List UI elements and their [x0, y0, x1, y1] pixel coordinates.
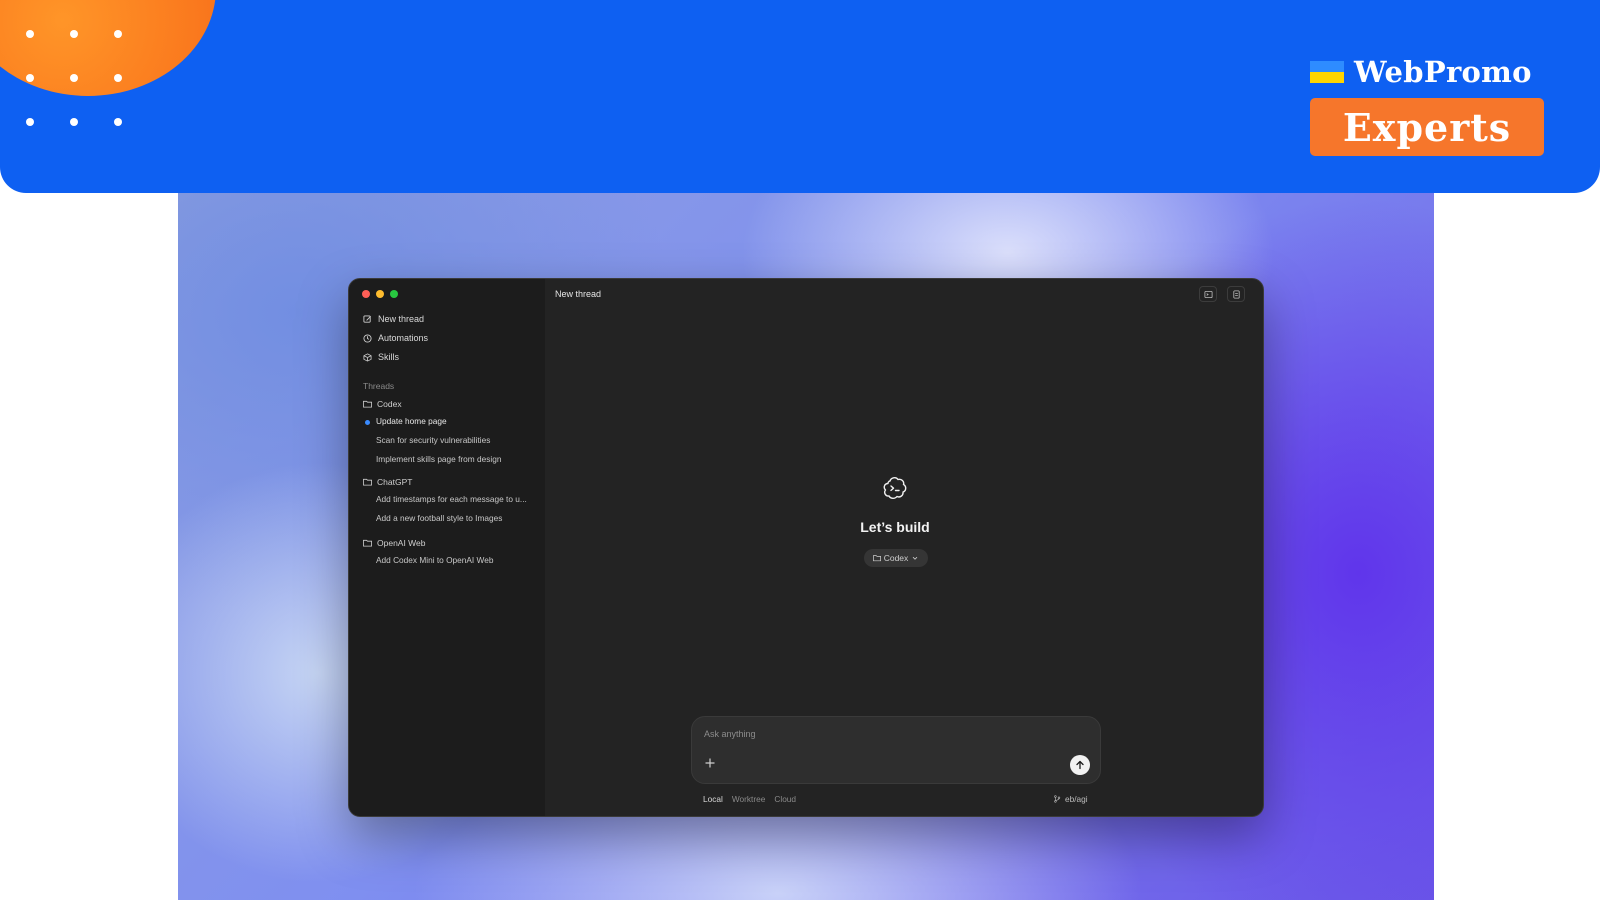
project-selector-label: Codex [883, 553, 909, 563]
sidebar-item-label: New thread [378, 314, 425, 324]
thread-item[interactable]: Add timestamps for each message to u... [376, 494, 536, 508]
project-folder-label: OpenAI Web [377, 538, 426, 548]
threads-section-label: Threads [363, 381, 395, 391]
brand-sub-badge: Experts [1310, 98, 1544, 156]
toggle-terminal-button[interactable] [1199, 286, 1217, 302]
thread-item[interactable]: Scan for security vulnerabilities [376, 435, 536, 449]
tab-worktree[interactable]: Worktree [732, 794, 766, 804]
active-thread-indicator [365, 420, 370, 425]
tab-cloud[interactable]: Cloud [774, 794, 796, 804]
send-button[interactable] [1070, 755, 1090, 775]
folder-icon [363, 478, 372, 486]
branch-selector[interactable]: eb/agi [1053, 794, 1088, 804]
promo-banner: WebPromo Experts [0, 0, 1600, 193]
arrow-up-icon [1076, 760, 1084, 770]
folder-icon [872, 555, 881, 562]
project-folder-chatgpt[interactable]: ChatGPT [363, 475, 412, 489]
minimize-window-button[interactable] [376, 290, 384, 298]
environment-mode-tabs: Local Worktree Cloud [703, 794, 796, 804]
sidebar-item-skills[interactable]: Skills [363, 349, 399, 365]
project-folder-label: Codex [377, 399, 402, 409]
close-window-button[interactable] [362, 290, 370, 298]
add-attachment-button[interactable] [704, 757, 718, 771]
sidebar-item-label: Skills [378, 352, 400, 362]
terminal-cloud-icon [883, 477, 907, 500]
project-selector[interactable]: Codex [864, 549, 928, 567]
sidebar-item-new-thread[interactable]: New thread [363, 311, 424, 327]
thread-item[interactable]: Update home page [376, 416, 536, 430]
cube-icon [363, 352, 372, 362]
thread-item[interactable]: Implement skills page from design [376, 454, 536, 468]
main-panel: New thread Let’s build Codex Ask anythin… [545, 279, 1263, 816]
sidebar-item-automations[interactable]: Automations [363, 330, 428, 346]
dot-grid-decoration [22, 26, 132, 136]
toggle-diff-button[interactable] [1227, 286, 1245, 302]
branch-label: eb/agi [1065, 794, 1088, 804]
project-folder-openai-web[interactable]: OpenAI Web [363, 536, 426, 550]
tab-local[interactable]: Local [703, 794, 723, 804]
maximize-window-button[interactable] [390, 290, 398, 298]
window-title: New thread [555, 289, 602, 299]
chevron-down-icon [912, 556, 918, 560]
sidebar-item-label: Automations [378, 333, 429, 343]
plus-icon [705, 758, 715, 768]
git-branch-icon [1054, 795, 1061, 803]
brand-name: WebPromo [1354, 55, 1532, 89]
window-controls [362, 290, 398, 298]
brand-sub: Experts [1342, 104, 1512, 150]
clock-icon [363, 333, 372, 343]
terminal-panel-icon [1203, 290, 1213, 298]
folder-icon [363, 539, 372, 547]
ukraine-flag-icon [1310, 61, 1344, 83]
project-folder-codex[interactable]: Codex [363, 397, 402, 411]
document-icon [1232, 289, 1240, 299]
thread-item[interactable]: Add Codex Mini to OpenAI Web [376, 555, 536, 569]
prompt-input[interactable] [704, 729, 1064, 739]
edit-icon [363, 314, 372, 324]
composer [691, 716, 1101, 784]
thread-item[interactable]: Add a new football style to Images [376, 513, 536, 527]
project-folder-label: ChatGPT [377, 477, 413, 487]
hero-title: Let’s build [860, 519, 930, 535]
folder-icon [363, 400, 372, 408]
brand-logo: WebPromo Experts [1310, 52, 1544, 156]
app-window: New thread Automations Skills Threads Co… [348, 278, 1264, 817]
sidebar: New thread Automations Skills Threads Co… [349, 279, 545, 816]
